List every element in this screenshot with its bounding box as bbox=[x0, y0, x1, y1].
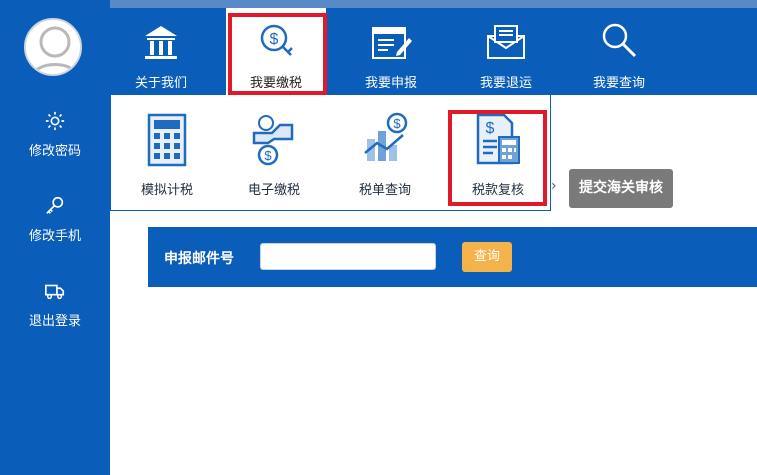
chart-coin-icon: $ bbox=[364, 112, 408, 161]
sub-item-e-payment[interactable]: $ 电子缴税 bbox=[224, 95, 324, 207]
search-bar: 申报邮件号 查询 bbox=[148, 227, 757, 287]
truck-icon bbox=[45, 284, 65, 300]
tab-label: 我要退运 bbox=[479, 76, 532, 91]
hand-coin-icon: $ bbox=[252, 115, 294, 166]
bank-icon bbox=[145, 26, 177, 59]
sidebar-item-logout[interactable]: 退出登录 bbox=[0, 280, 110, 329]
sub-nav-panel: 模拟计税 $ 电子缴税 $ 税单查询 $ 税款复核 bbox=[110, 95, 551, 211]
sub-item-label: 税单查询 bbox=[358, 183, 411, 198]
tab-about-us[interactable]: 关于我们 bbox=[111, 8, 211, 95]
sidebar-item-label: 退出登录 bbox=[28, 314, 81, 329]
sub-item-tax-bill-query[interactable]: $ 税单查询 bbox=[335, 95, 435, 207]
sidebar-item-label: 修改密码 bbox=[28, 144, 81, 159]
sidebar-item-change-phone[interactable]: 修改手机 bbox=[0, 195, 110, 244]
tab-return[interactable]: 我要退运 bbox=[456, 8, 556, 95]
svg-text:$: $ bbox=[264, 148, 272, 163]
gear-icon bbox=[45, 111, 65, 131]
avatar[interactable] bbox=[24, 18, 82, 76]
sub-item-label: 税款复核 bbox=[471, 183, 524, 198]
search-label: 申报邮件号 bbox=[164, 251, 234, 267]
tab-pay-tax[interactable]: $ 我要缴税 bbox=[226, 8, 326, 95]
declaration-mail-number-input[interactable] bbox=[260, 243, 436, 270]
calculator-icon bbox=[147, 113, 187, 167]
key-icon bbox=[46, 196, 64, 214]
svg-text:$: $ bbox=[270, 31, 279, 48]
sub-item-tax-review[interactable]: $ 税款复核 bbox=[448, 95, 548, 207]
tab-query[interactable]: 我要查询 bbox=[569, 8, 669, 95]
document-calculator-icon: $ bbox=[476, 113, 520, 165]
tab-label: 我要查询 bbox=[592, 76, 645, 91]
tab-label: 我要申报 bbox=[364, 76, 417, 91]
sub-item-tax-simulation[interactable]: 模拟计税 bbox=[117, 95, 217, 207]
tab-label: 关于我们 bbox=[134, 76, 187, 91]
sidebar: 修改密码 修改手机 退出登录 bbox=[0, 0, 110, 475]
coin-tag-icon: $ bbox=[260, 24, 293, 56]
form-edit-icon bbox=[372, 27, 412, 59]
sub-item-label: 模拟计税 bbox=[140, 183, 193, 198]
tab-declare[interactable]: 我要申报 bbox=[341, 8, 441, 95]
submit-customs-review-button[interactable]: 提交海关审核 bbox=[569, 169, 673, 208]
svg-text:$: $ bbox=[486, 120, 495, 137]
chevron-right-icon: › bbox=[551, 178, 557, 194]
magnifier-icon bbox=[602, 23, 637, 58]
sub-item-label: 电子缴税 bbox=[247, 183, 300, 198]
user-avatar-icon bbox=[31, 26, 79, 74]
envelope-icon bbox=[487, 25, 525, 59]
svg-text:$: $ bbox=[393, 116, 401, 131]
top-strip bbox=[110, 0, 757, 8]
sidebar-item-label: 修改手机 bbox=[28, 229, 81, 244]
tab-label: 我要缴税 bbox=[249, 76, 302, 91]
query-button[interactable]: 查询 bbox=[462, 242, 512, 272]
sidebar-item-change-password[interactable]: 修改密码 bbox=[0, 110, 110, 159]
